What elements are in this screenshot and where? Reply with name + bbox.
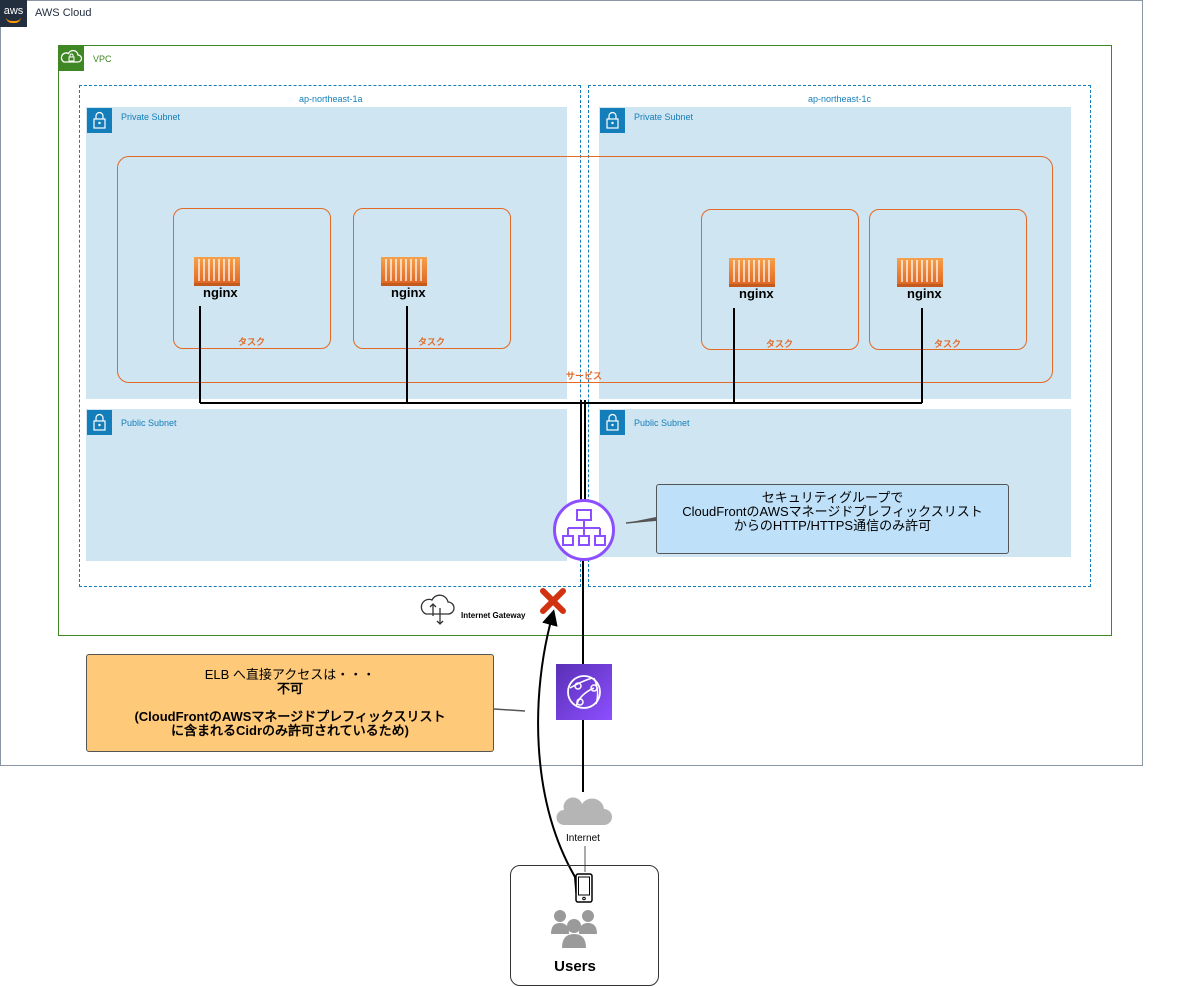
internet-gateway-icon [420, 594, 455, 625]
sg-note-line1: セキュリティグループで [761, 490, 904, 505]
blocked-x-icon [540, 588, 566, 614]
mobile-device-icon [575, 873, 593, 903]
elb-note-line4: に含まれるCidrのみ許可されているため) [171, 723, 409, 738]
alb-icon [553, 499, 615, 561]
elb-note-line2: 不可 [276, 681, 303, 696]
sg-note-line2: CloudFrontのAWSマネージドプレフィックスリスト [682, 504, 983, 519]
elb-note-line1: ELB へ直接アクセスは・・・ [204, 667, 376, 682]
elb-note-line3: (CloudFrontのAWSマネージドプレフィックスリスト [134, 709, 446, 724]
cloudfront-icon [556, 664, 612, 720]
internet-gateway-label: Internet Gateway [461, 611, 526, 620]
users-label: Users [554, 958, 596, 975]
elb-direct-access-note: ELB へ直接アクセスは・・・ 不可 (CloudFrontのAWSマネージドプ… [86, 654, 494, 752]
connector-lines [199, 306, 923, 893]
users-icon [551, 910, 597, 948]
sg-note-line3: からのHTTP/HTTPS通信のみ許可 [733, 518, 932, 533]
internet-label: Internet [566, 833, 600, 844]
cloud-icon [556, 797, 612, 825]
security-group-note: セキュリティグループで CloudFrontのAWSマネージドプレフィックスリス… [656, 484, 1009, 554]
